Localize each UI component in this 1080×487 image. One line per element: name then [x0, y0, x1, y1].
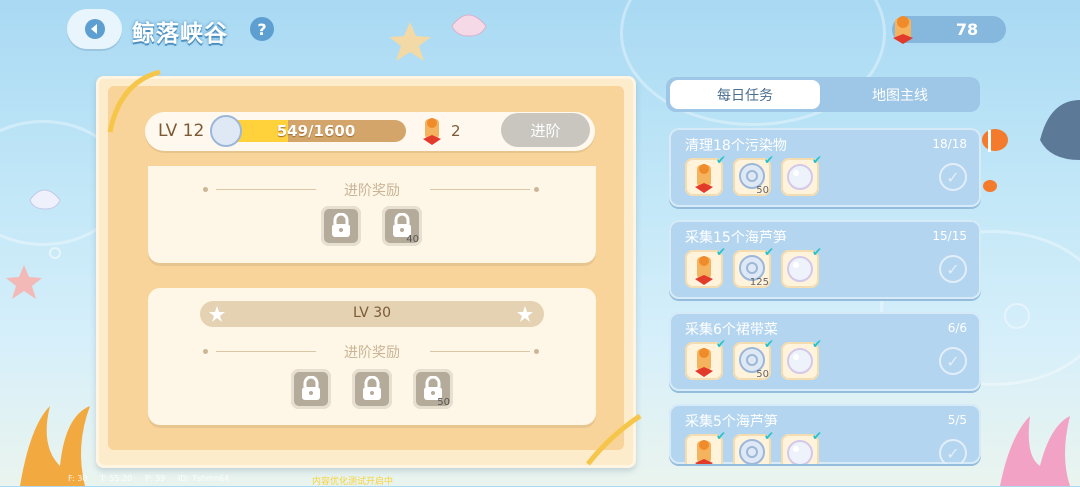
locked-reward-slot[interactable]	[352, 369, 392, 409]
check-icon: ✔	[763, 429, 774, 443]
check-icon: ✔	[715, 429, 726, 443]
lock-icon	[332, 213, 350, 237]
check-icon: ✔	[811, 245, 822, 259]
fps-stat: F: 30	[68, 474, 88, 483]
reward-card: 进阶奖励 40	[148, 166, 596, 263]
task-name: 采集15个海芦笋	[685, 230, 787, 246]
test-notice: 内容优化测试开启中	[312, 477, 394, 487]
scroll-count: 2	[451, 122, 461, 140]
reward-count: 125	[749, 277, 769, 288]
check-icon: ✔	[811, 429, 822, 443]
completed-check-icon: ✓	[939, 347, 967, 375]
reward-count: 50	[437, 397, 450, 408]
check-icon: ✔	[715, 153, 726, 167]
level-progress-text: 549/1600	[276, 122, 356, 140]
chevron-left-icon	[84, 19, 105, 39]
scroll-icon	[423, 118, 441, 145]
currency-counter: 78	[892, 16, 1006, 44]
scroll-reward: ✔	[685, 245, 726, 288]
divider-line	[430, 351, 530, 352]
completed-check-icon: ✓	[939, 255, 967, 283]
task-progress: 15/15	[932, 229, 967, 243]
check-icon: ✔	[811, 153, 822, 167]
locked-reward-slot[interactable]	[321, 206, 361, 246]
task-item[interactable]: 清理18个污染物 18/18 ✔ ✔ 50 ✔ ✓	[669, 128, 981, 207]
locked-reward-slot[interactable]	[291, 369, 331, 409]
pearl-reward: ✔	[781, 245, 822, 288]
page-title: 鲸落峡谷	[132, 21, 228, 47]
advance-button[interactable]: 进阶	[501, 113, 590, 147]
back-button[interactable]	[67, 9, 122, 49]
divider-line	[430, 189, 530, 190]
locked-reward-slot[interactable]: 50	[413, 369, 453, 409]
divider-dot	[534, 187, 539, 192]
scroll-reward: ✔	[685, 337, 726, 380]
check-icon: ✔	[763, 153, 774, 167]
scroll-reward: ✔	[685, 429, 726, 464]
level-label: LV 12	[158, 121, 205, 141]
pearl-reward: ✔	[781, 429, 822, 464]
time-stat: T: 55.20	[100, 474, 133, 483]
tab-daily-tasks[interactable]: 每日任务	[670, 80, 820, 109]
id-stat: ID: 7shmn64	[178, 474, 230, 483]
reward-count: 40	[406, 234, 419, 245]
task-name: 采集6个裙带菜	[685, 322, 778, 338]
ping-stat: P: 39	[145, 474, 166, 483]
reward-section-title: 进阶奖励	[344, 183, 400, 199]
task-name: 采集5个海芦笋	[685, 414, 778, 430]
task-item[interactable]: 采集5个海芦笋 5/5 ✔ ✔ ✔ ✓	[669, 404, 981, 464]
task-item[interactable]: 采集6个裙带菜 6/6 ✔ ✔ 50 ✔ ✓	[669, 312, 981, 391]
scroll-icon	[893, 16, 913, 44]
currency-value: 78	[955, 20, 979, 39]
task-item[interactable]: 采集15个海芦笋 15/15 ✔ ✔ 125 ✔ ✓	[669, 220, 981, 299]
locked-reward-slot[interactable]: 40	[382, 206, 422, 246]
check-icon: ✔	[811, 337, 822, 351]
shell-reward: ✔ 50	[733, 337, 774, 380]
tab-map-mainline[interactable]: 地图主线	[824, 80, 976, 109]
check-icon: ✔	[763, 337, 774, 351]
completed-check-icon: ✓	[939, 439, 967, 464]
reward-section-title: 进阶奖励	[344, 345, 400, 361]
check-icon: ✔	[763, 245, 774, 259]
lock-icon	[363, 376, 381, 400]
pearl-reward: ✔	[781, 337, 822, 380]
divider-dot	[534, 349, 539, 354]
shell-reward: ✔ 50	[733, 153, 774, 196]
lock-icon	[302, 376, 320, 400]
pearl-reward: ✔	[781, 153, 822, 196]
shell-reward: ✔	[733, 429, 774, 464]
check-icon: ✔	[715, 245, 726, 259]
task-progress: 18/18	[932, 137, 967, 151]
completed-check-icon: ✓	[939, 163, 967, 191]
scroll-reward: ✔	[685, 153, 726, 196]
task-name: 清理18个污染物	[685, 138, 787, 154]
reward-count: 50	[756, 185, 769, 196]
milestone-level-label: LV 30	[352, 305, 392, 321]
shell-reward: ✔ 125	[733, 245, 774, 288]
check-icon: ✔	[715, 337, 726, 351]
help-button[interactable]: ?	[250, 17, 274, 41]
task-progress: 6/6	[947, 321, 967, 335]
task-progress: 5/5	[947, 413, 967, 427]
task-tabs: 每日任务 地图主线	[666, 77, 980, 112]
reward-count: 50	[756, 369, 769, 380]
